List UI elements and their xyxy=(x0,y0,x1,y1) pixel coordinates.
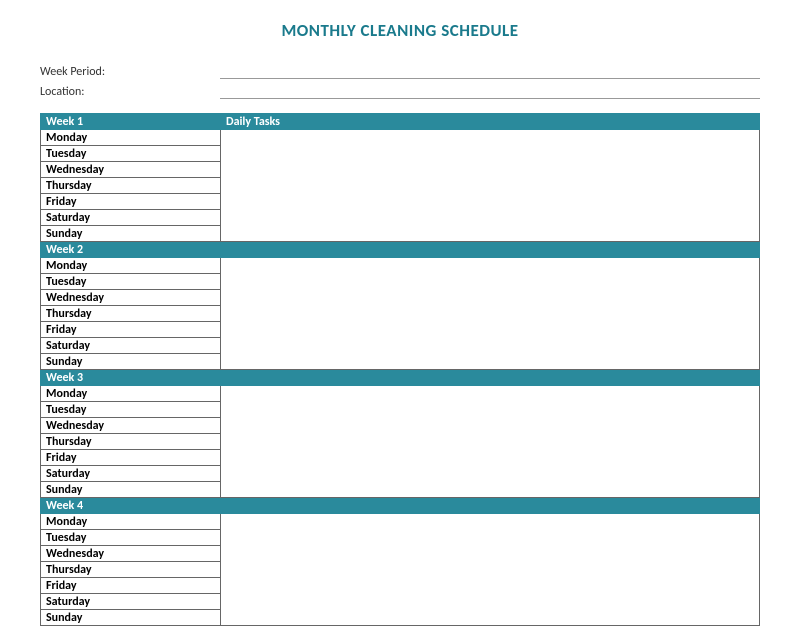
week-label: Week 4 xyxy=(41,498,221,514)
location-row: Location: xyxy=(40,85,760,99)
day-label: Sunday xyxy=(41,226,221,242)
day-label: Saturday xyxy=(41,338,221,354)
day-label: Friday xyxy=(41,194,221,210)
task-cell[interactable] xyxy=(221,130,760,242)
day-label: Sunday xyxy=(41,482,221,498)
day-row: Monday xyxy=(41,258,760,274)
day-row: Monday xyxy=(41,514,760,530)
week-header-row: Week 3 xyxy=(41,370,760,386)
task-cell[interactable] xyxy=(221,386,760,498)
location-label: Location: xyxy=(40,85,220,99)
day-label: Saturday xyxy=(41,594,221,610)
week-header-row: Week 4 xyxy=(41,498,760,514)
page-title: MONTHLY CLEANING SCHEDULE xyxy=(40,20,760,41)
day-row: Monday xyxy=(41,130,760,146)
day-label: Saturday xyxy=(41,466,221,482)
day-label: Wednesday xyxy=(41,546,221,562)
day-label: Thursday xyxy=(41,562,221,578)
day-label: Wednesday xyxy=(41,290,221,306)
day-label: Tuesday xyxy=(41,530,221,546)
task-cell[interactable] xyxy=(221,258,760,370)
day-label: Monday xyxy=(41,258,221,274)
week-label: Week 3 xyxy=(41,370,221,386)
day-label: Thursday xyxy=(41,306,221,322)
day-label: Wednesday xyxy=(41,418,221,434)
day-label: Sunday xyxy=(41,610,221,626)
daily-tasks-header xyxy=(221,498,760,514)
day-label: Tuesday xyxy=(41,146,221,162)
meta-block: Week Period: Location: xyxy=(40,65,760,99)
day-label: Saturday xyxy=(41,210,221,226)
daily-tasks-header: Daily Tasks xyxy=(221,114,760,130)
schedule-table: Week 1Daily TasksMondayTuesdayWednesdayT… xyxy=(40,113,760,626)
week-header-row: Week 1Daily Tasks xyxy=(41,114,760,130)
day-label: Friday xyxy=(41,450,221,466)
day-label: Tuesday xyxy=(41,402,221,418)
daily-tasks-header xyxy=(221,370,760,386)
day-label: Wednesday xyxy=(41,162,221,178)
week-label: Week 1 xyxy=(41,114,221,130)
week-label: Week 2 xyxy=(41,242,221,258)
day-label: Tuesday xyxy=(41,274,221,290)
day-label: Monday xyxy=(41,514,221,530)
location-input-line[interactable] xyxy=(220,85,760,99)
day-row: Monday xyxy=(41,386,760,402)
day-label: Friday xyxy=(41,578,221,594)
day-label: Monday xyxy=(41,386,221,402)
day-label: Sunday xyxy=(41,354,221,370)
day-label: Thursday xyxy=(41,178,221,194)
day-label: Monday xyxy=(41,130,221,146)
week-header-row: Week 2 xyxy=(41,242,760,258)
day-label: Thursday xyxy=(41,434,221,450)
week-period-row: Week Period: xyxy=(40,65,760,79)
week-period-label: Week Period: xyxy=(40,65,220,79)
daily-tasks-header xyxy=(221,242,760,258)
day-label: Friday xyxy=(41,322,221,338)
week-period-input-line[interactable] xyxy=(220,65,760,79)
task-cell[interactable] xyxy=(221,514,760,626)
